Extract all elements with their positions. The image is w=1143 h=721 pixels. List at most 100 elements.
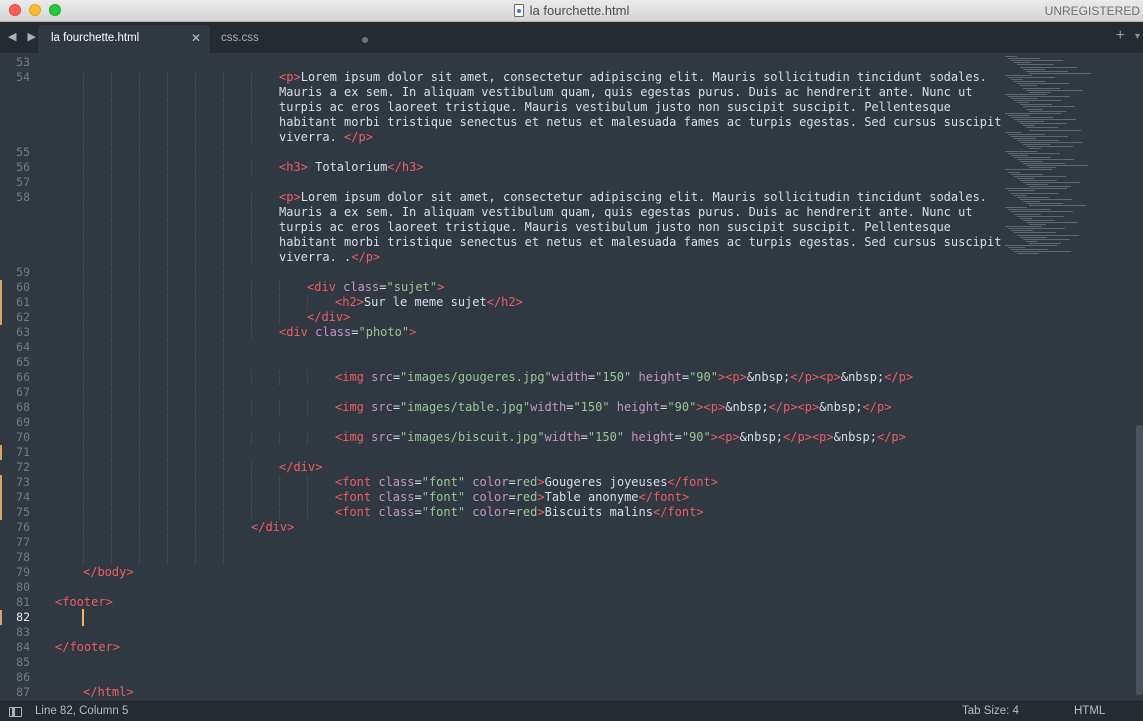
cursor-position[interactable]: Line 82, Column 5	[35, 705, 128, 717]
indent-guide	[167, 159, 168, 175]
code-line[interactable]: 85	[0, 655, 1000, 670]
code-line[interactable]: 79 </body>	[0, 565, 1000, 580]
code-line[interactable]: 74 <font class="font" color=red>Table ano…	[0, 489, 1000, 505]
code-token: class	[371, 474, 415, 489]
code-line[interactable]: 59	[0, 264, 1000, 280]
indent-guide	[167, 69, 168, 85]
code-line[interactable]: viverra. .</p>	[0, 249, 1000, 265]
indent-guide	[167, 534, 168, 550]
indent-guide	[223, 84, 224, 100]
code-token: <font	[335, 489, 372, 504]
indent-guide	[279, 294, 280, 310]
code-line[interactable]: 62 </div>	[0, 309, 1000, 325]
code-token: "font"	[421, 474, 466, 489]
minimap[interactable]	[1000, 53, 1133, 263]
code-token: "images/biscuit.jpg"	[400, 429, 545, 444]
code-line[interactable]: 87 </html>	[0, 685, 1000, 700]
indent-guide	[83, 534, 84, 550]
indent-guide	[251, 294, 252, 310]
code-line[interactable]: habitant morbi tristique senectus et net…	[0, 114, 1001, 130]
tab-list-dropdown-icon[interactable]: ▾	[1135, 31, 1140, 42]
code-token: </h2>	[486, 294, 523, 309]
indent-guide	[223, 504, 224, 520]
code-line[interactable]: habitant morbi tristique senectus et net…	[0, 234, 1001, 250]
indent-guide	[167, 84, 168, 100]
code-line[interactable]: 66 <img src="images/gougeres.jpg"width="1…	[0, 369, 1000, 385]
code-line[interactable]: 84 </footer>	[0, 640, 1000, 655]
sidebar-toggle-icon[interactable]	[9, 707, 22, 717]
syntax-selector[interactable]: HTML	[1074, 705, 1105, 717]
tab-la-fourchette-html[interactable]: la fourchette.html ✕	[38, 25, 210, 53]
tab-size-selector[interactable]: Tab Size: 4	[962, 705, 1019, 717]
indent-guide	[167, 264, 168, 280]
indent-guide	[167, 309, 168, 325]
code-line[interactable]: 78	[0, 549, 1000, 565]
indent-guide	[223, 264, 224, 280]
code-editor[interactable]: 53 54 <p>Lorem ipsum dolor sit amet, conse…	[0, 53, 1143, 701]
code-line[interactable]: 54 <p>Lorem ipsum dolor sit amet, consect…	[0, 69, 1000, 85]
indent-guide	[83, 504, 84, 520]
vertical-scrollbar[interactable]	[1136, 425, 1143, 695]
indent-guide	[111, 354, 112, 370]
indent-guide	[279, 399, 280, 415]
code-line[interactable]: 75 <font class="font" color=red>Biscuits …	[0, 504, 1000, 520]
indent-guide	[251, 249, 252, 265]
code-line[interactable]: 56 <h3> Totalorium</h3>	[0, 159, 1000, 175]
code-line[interactable]: 57	[0, 174, 1000, 190]
code-token: <font	[335, 474, 372, 489]
tab-css-css[interactable]: css.css	[212, 25, 382, 53]
code-line[interactable]: 60 <div class="sujet">	[0, 279, 1000, 295]
code-token: <p>	[279, 189, 301, 204]
code-line[interactable]: Mauris a ex sem. In aliquam vestibulum q…	[0, 204, 1000, 220]
minimap-line	[1005, 245, 1057, 246]
code-line[interactable]: 61 <h2>Sur le meme sujet</h2>	[0, 294, 1000, 310]
back-forward-arrows-icon[interactable]: ◀ ▶	[8, 30, 40, 43]
code-line[interactable]: 53	[0, 55, 1000, 70]
code-token: </body>	[83, 564, 134, 579]
indent-guide	[195, 444, 196, 460]
code-line[interactable]: 83	[0, 625, 1000, 640]
code-line[interactable]: 58 <p>Lorem ipsum dolor sit amet, consect…	[0, 189, 1000, 205]
close-tab-icon[interactable]: ✕	[191, 31, 201, 45]
code-line[interactable]: 71	[0, 444, 1000, 460]
code-line[interactable]: 69	[0, 414, 1000, 430]
code-token: Biscuits malins	[544, 504, 653, 519]
code-line[interactable]: 81 <footer>	[0, 595, 1000, 610]
code-line[interactable]: 63 <div class="photo">	[0, 324, 1000, 340]
minimap-line	[1008, 77, 1055, 78]
code-token: &nbsp;	[746, 369, 791, 384]
code-line[interactable]: 55	[0, 144, 1000, 160]
indent-guide	[251, 309, 252, 325]
code-token: class	[307, 324, 352, 339]
code-line[interactable]: 64	[0, 339, 1000, 355]
indent-guide	[111, 279, 112, 295]
code-content: </div>	[279, 460, 322, 475]
code-line[interactable]: viverra. </p>	[0, 129, 1000, 145]
code-line[interactable]: 67	[0, 384, 1000, 400]
minimap-line	[1026, 146, 1073, 148]
new-tab-icon[interactable]: +	[1116, 27, 1125, 45]
indent-guide	[195, 309, 196, 325]
indent-guide	[195, 354, 196, 370]
code-line[interactable]: turpis ac eros laoreet tristique. Mauris…	[0, 219, 1000, 235]
minimap-line	[1017, 196, 1049, 198]
code-line[interactable]: 86	[0, 670, 1000, 685]
code-token: Mauris a ex sem. In aliquam vestibulum q…	[279, 204, 973, 219]
code-line[interactable]: Mauris a ex sem. In aliquam vestibulum q…	[0, 84, 1000, 100]
code-line[interactable]: 70 <img src="images/biscuit.jpg"width="15…	[0, 429, 1000, 445]
code-line[interactable]: 72 </div>	[0, 459, 1000, 475]
minimap-line	[1017, 215, 1064, 217]
code-line[interactable]: 73 <font class="font" color=red>Gougeres …	[0, 474, 1000, 490]
unsaved-dot-icon[interactable]	[362, 37, 368, 43]
code-line[interactable]: 65	[0, 354, 1000, 370]
code-line[interactable]: turpis ac eros laoreet tristique. Mauris…	[0, 99, 1000, 115]
code-line[interactable]: 82	[0, 608, 1000, 626]
indent-guide	[167, 444, 168, 460]
indent-guide	[167, 414, 168, 430]
license-status: UNREGISTERED	[1044, 4, 1140, 18]
code-token: </p>	[790, 369, 820, 384]
code-line[interactable]: 80	[0, 580, 1000, 595]
code-line[interactable]: 77	[0, 534, 1000, 550]
code-line[interactable]: 68 <img src="images/table.jpg"width="150"…	[0, 399, 1000, 415]
code-line[interactable]: 76 </div>	[0, 519, 1000, 535]
